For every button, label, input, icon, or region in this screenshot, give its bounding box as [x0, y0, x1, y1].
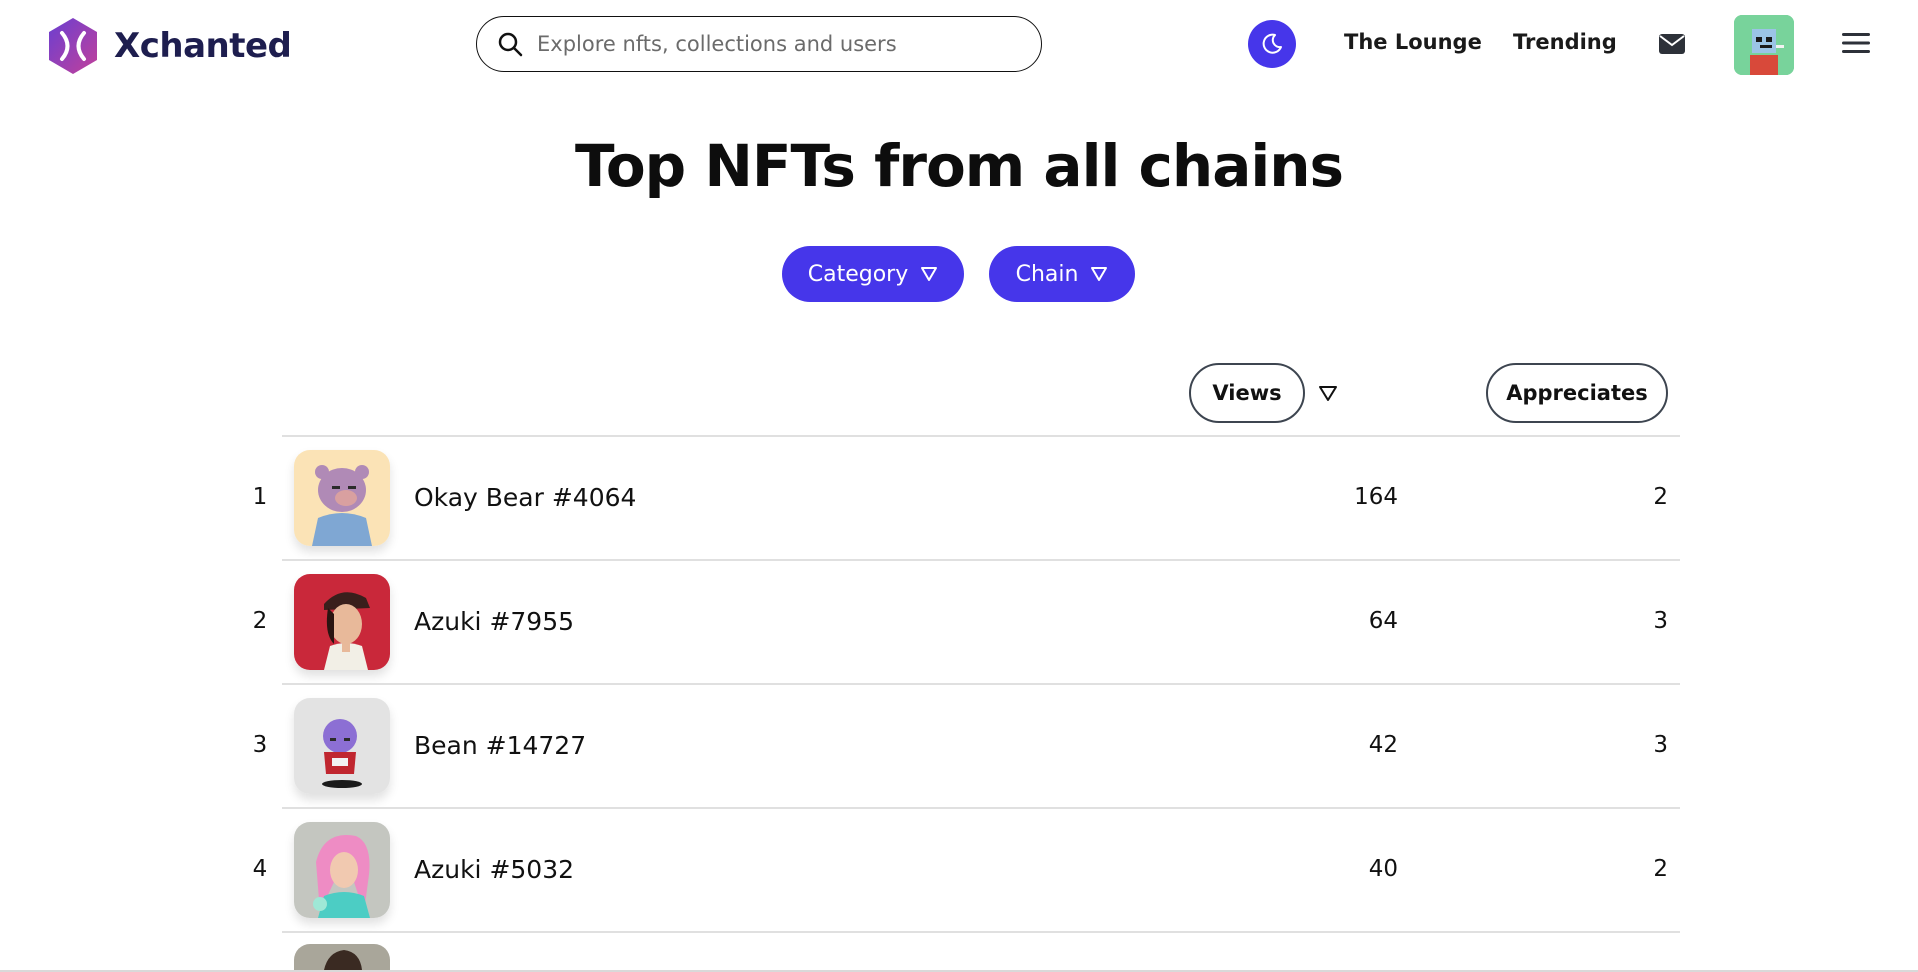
logo[interactable]: Xchanted — [46, 16, 292, 76]
nft-name[interactable]: Okay Bear #4064 — [414, 483, 636, 512]
top-nav: Xchanted The Lounge Trending — [0, 0, 1918, 90]
azuki-image — [294, 822, 390, 918]
category-filter-label: Category — [807, 261, 909, 287]
views-count: 64 — [1368, 608, 1398, 634]
theme-toggle-button[interactable] — [1248, 20, 1296, 68]
azuki-image — [294, 574, 390, 670]
page-title: Top NFTs from all chains — [574, 132, 1344, 200]
moon-icon — [1262, 33, 1282, 54]
sort-down-icon[interactable] — [1318, 384, 1338, 402]
xchanted-logo-icon — [49, 18, 97, 74]
nft-thumbnail[interactable] — [294, 944, 390, 970]
nft-thumbnail[interactable] — [294, 698, 390, 794]
nft-name[interactable]: Azuki #5032 — [414, 855, 574, 884]
rank: 1 — [252, 484, 268, 510]
views-count: 42 — [1368, 732, 1398, 758]
triangle-down-icon — [921, 267, 938, 281]
user-avatar-icon — [1734, 15, 1794, 75]
nft-thumbnail[interactable] — [294, 822, 390, 918]
table-row[interactable]: 2 Azuki #7955 64 3 — [240, 561, 1680, 684]
chain-filter-label: Chain — [1015, 261, 1079, 287]
rank: 2 — [252, 608, 268, 634]
nav-link-the-lounge[interactable]: The Lounge — [1344, 30, 1482, 54]
nft-thumbnail[interactable] — [294, 450, 390, 546]
nft-thumbnail[interactable] — [294, 574, 390, 670]
appreciates-count: 2 — [1653, 484, 1668, 510]
search-bar[interactable] — [476, 16, 1042, 72]
mail-icon[interactable] — [1658, 33, 1686, 55]
okay-bear-image — [294, 450, 390, 546]
views-count: 40 — [1368, 856, 1398, 882]
appreciates-count: 2 — [1653, 856, 1668, 882]
appreciates-count: 3 — [1653, 732, 1668, 758]
triangle-down-icon — [1091, 267, 1108, 281]
chain-filter-button[interactable]: Chain — [989, 246, 1135, 302]
logo-text: Xchanted — [114, 26, 292, 66]
table-row[interactable]: 1 Okay Bear #4064 164 2 — [240, 437, 1680, 560]
rank: 3 — [252, 732, 268, 758]
table-row[interactable]: 3 Bean #14727 42 3 — [240, 685, 1680, 808]
appreciates-count: 3 — [1653, 608, 1668, 634]
nft-partial-image — [294, 944, 390, 970]
avatar[interactable] — [1734, 15, 1794, 75]
appreciates-sort-button[interactable]: Appreciates — [1486, 363, 1668, 423]
nft-name[interactable]: Azuki #7955 — [414, 607, 574, 636]
views-sort-button[interactable]: Views — [1189, 363, 1305, 423]
search-input[interactable] — [535, 31, 999, 57]
hamburger-menu-icon[interactable] — [1842, 32, 1870, 54]
nav-link-trending[interactable]: Trending — [1513, 30, 1617, 54]
table-divider — [282, 931, 1680, 933]
views-count: 164 — [1354, 484, 1398, 510]
nft-name[interactable]: Bean #14727 — [414, 731, 586, 760]
search-icon — [498, 32, 523, 57]
bean-image — [294, 698, 390, 794]
category-filter-button[interactable]: Category — [782, 246, 964, 302]
rank: 4 — [252, 856, 268, 882]
table-row[interactable]: 4 Azuki #5032 40 2 — [240, 809, 1680, 932]
